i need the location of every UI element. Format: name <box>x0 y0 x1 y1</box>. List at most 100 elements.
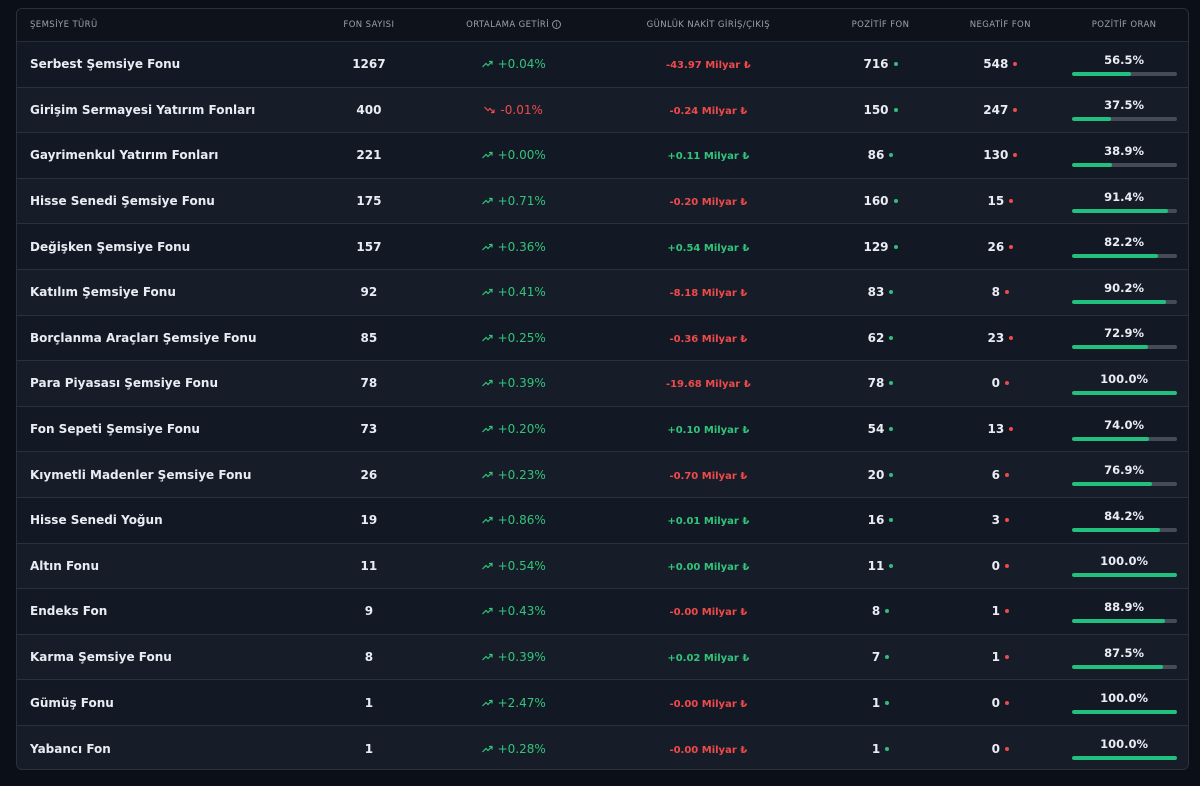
average-return-cell: +0.54% <box>431 559 596 573</box>
daily-cash-flow-cell: -0.20 Milyar ₺ <box>596 194 821 208</box>
fund-count: 400 <box>356 102 382 117</box>
umbrella-type-name: Yabancı Fon <box>30 741 111 756</box>
positive-ratio-bar <box>1071 345 1177 350</box>
trend-icon <box>481 61 493 68</box>
table-row[interactable]: Hisse Senedi Yoğun 19 +0.86% +0.01 Milya… <box>17 498 1188 544</box>
table-body: Serbest Şemsiye Fonu 1267 +0.04% -43.97 … <box>17 42 1188 769</box>
table-row[interactable]: Gayrimenkul Yatırım Fonları 221 +0.00% +… <box>17 133 1188 179</box>
negative-fund-cell: 13 <box>940 422 1060 436</box>
positive-ratio-bar-fill <box>1071 390 1177 395</box>
positive-ratio-value: 38.9% <box>1104 143 1145 158</box>
negative-dot-icon <box>1005 655 1009 660</box>
positive-ratio-value: 84.2% <box>1104 508 1145 523</box>
positive-ratio-bar-fill <box>1071 299 1167 304</box>
negative-dot-icon <box>1009 244 1014 249</box>
fund-count: 1 <box>364 741 374 756</box>
daily-cash-flow-cell: +0.10 Milyar ₺ <box>596 422 821 436</box>
positive-dot-icon <box>889 153 894 158</box>
fund-count: 85 <box>360 330 378 345</box>
positive-ratio-bar-fill <box>1071 345 1149 350</box>
trend-icon <box>481 197 493 205</box>
positive-dot-icon <box>889 335 894 340</box>
positive-fund-count: 86 <box>867 148 885 163</box>
trend-icon <box>481 653 493 661</box>
daily-cash-flow-cell: -0.00 Milyar ₺ <box>596 604 821 618</box>
table-row[interactable]: Para Piyasası Şemsiye Fonu 78 +0.39% -19… <box>17 361 1188 407</box>
daily-cash-flow-cell: -43.97 Milyar ₺ <box>596 57 821 71</box>
umbrella-type-name: Serbest Şemsiye Fonu <box>30 57 181 72</box>
table-row[interactable]: Fon Sepeti Şemsiye Fonu 73 +0.20% +0.10 … <box>17 407 1188 453</box>
positive-ratio-bar-fill <box>1071 664 1164 669</box>
table-row[interactable]: Altın Fonu 11 +0.54% +0.00 Milyar ₺ 11 0… <box>17 543 1188 590</box>
daily-cash-flow-cell: -0.00 Milyar ₺ <box>596 696 821 710</box>
table-row[interactable]: Hisse Senedi Şemsiye Fonu 175 +0.71% -0.… <box>17 178 1188 225</box>
average-return-cell: +0.00% <box>431 148 596 162</box>
header-fund-count[interactable]: FON SAYISI <box>307 20 432 30</box>
positive-dot-icon <box>893 244 898 249</box>
positive-fund-cell: 20 <box>821 468 941 482</box>
average-return: -0.01% <box>484 103 543 117</box>
umbrella-type-name: Hisse Senedi Şemsiye Fonu <box>30 194 215 209</box>
daily-cash-flow: +0.02 Milyar ₺ <box>667 653 750 665</box>
average-return: +0.39% <box>481 376 546 390</box>
positive-ratio-value: 74.0% <box>1104 417 1145 432</box>
table-row[interactable]: Katılım Şemsiye Fonu 92 +0.41% -8.18 Mil… <box>17 269 1188 316</box>
positive-fund-count: 1 <box>871 741 881 756</box>
negative-fund-count: 0 <box>991 558 1000 573</box>
daily-cash-flow: +0.10 Milyar ₺ <box>667 425 750 437</box>
positive-ratio-bar-fill <box>1071 162 1113 167</box>
positive-fund-cell: 1 <box>821 696 941 710</box>
positive-dot-icon <box>885 609 890 614</box>
negative-fund-cell: 3 <box>940 513 1060 527</box>
positive-ratio-bar-fill <box>1071 436 1150 441</box>
average-return-cell: +0.43% <box>431 604 596 618</box>
table-row[interactable]: Kıymetli Madenler Şemsiye Fonu 26 +0.23%… <box>17 452 1188 498</box>
positive-fund-count: 7 <box>871 650 881 665</box>
table-row[interactable]: Değişken Şemsiye Fonu 157 +0.36% +0.54 M… <box>17 224 1188 270</box>
header-average-return[interactable]: ORTALAMA GETİRİ i <box>431 20 596 30</box>
positive-ratio-bar-fill <box>1071 573 1177 578</box>
positive-ratio-bar-fill <box>1071 482 1153 487</box>
header-umbrella-type[interactable]: ŞEMSİYE TÜRÜ <box>17 20 307 30</box>
table-row[interactable]: Yabancı Fon 1 +0.28% -0.00 Milyar ₺ 1 0 … <box>17 725 1188 769</box>
negative-fund-count: 6 <box>991 467 1000 482</box>
negative-dot-icon <box>1013 107 1018 112</box>
negative-fund-count: 26 <box>987 239 1005 254</box>
positive-ratio-cell: 91.4% <box>1060 190 1188 213</box>
umbrella-type-name: Gümüş Fonu <box>30 695 114 710</box>
header-positive-fund[interactable]: POZİTİF FON <box>821 20 941 30</box>
positive-ratio-bar <box>1071 664 1177 669</box>
daily-cash-flow-cell: -0.00 Milyar ₺ <box>596 742 821 756</box>
header-positive-ratio[interactable]: POZİTİF ORAN <box>1060 20 1188 30</box>
table-row[interactable]: Serbest Şemsiye Fonu 1267 +0.04% -43.97 … <box>17 42 1188 88</box>
trend-icon <box>481 608 493 615</box>
umbrella-fund-table: ŞEMSİYE TÜRÜ FON SAYISI ORTALAMA GETİRİ i… <box>16 8 1189 770</box>
positive-fund-count: 54 <box>867 422 885 437</box>
table-row[interactable]: Girişim Sermayesi Yatırım Fonları 400 -0… <box>17 87 1188 134</box>
daily-cash-flow-cell: -0.24 Milyar ₺ <box>596 103 821 117</box>
table-row[interactable]: Borçlanma Araçları Şemsiye Fonu 85 +0.25… <box>17 316 1188 362</box>
negative-dot-icon <box>1005 472 1009 477</box>
header-daily-cash-flow[interactable]: GÜNLÜK NAKİT GİRİŞ/ÇIKIŞ <box>596 20 821 30</box>
daily-cash-flow-cell: -19.68 Milyar ₺ <box>596 376 821 390</box>
umbrella-type-name: Karma Şemsiye Fonu <box>30 650 172 665</box>
daily-cash-flow: -0.70 Milyar ₺ <box>669 470 748 482</box>
positive-ratio-value: 72.9% <box>1104 326 1145 341</box>
table-row[interactable]: Endeks Fon 9 +0.43% -0.00 Milyar ₺ 8 1 8… <box>17 589 1188 635</box>
positive-ratio-bar <box>1071 436 1177 441</box>
umbrella-type-name: Hisse Senedi Yoğun <box>30 513 163 528</box>
table-row[interactable]: Karma Şemsiye Fonu 8 +0.39% +0.02 Milyar… <box>17 634 1188 681</box>
positive-ratio-bar <box>1071 390 1177 395</box>
average-return: +0.86% <box>481 513 546 527</box>
negative-fund-cell: 23 <box>940 331 1060 345</box>
positive-ratio-value: 100.0% <box>1100 371 1149 386</box>
daily-cash-flow-cell: +0.54 Milyar ₺ <box>596 240 821 254</box>
positive-ratio-value: 82.2% <box>1104 235 1145 250</box>
header-negative-fund[interactable]: NEGATİF FON <box>940 20 1060 30</box>
trend-icon <box>481 425 493 433</box>
average-return: +0.20% <box>481 422 546 436</box>
positive-ratio-bar-fill <box>1071 71 1131 76</box>
table-row[interactable]: Gümüş Fonu 1 +2.47% -0.00 Milyar ₺ 1 0 1… <box>17 680 1188 726</box>
info-icon[interactable]: i <box>552 20 562 29</box>
negative-fund-count: 247 <box>983 102 1009 117</box>
